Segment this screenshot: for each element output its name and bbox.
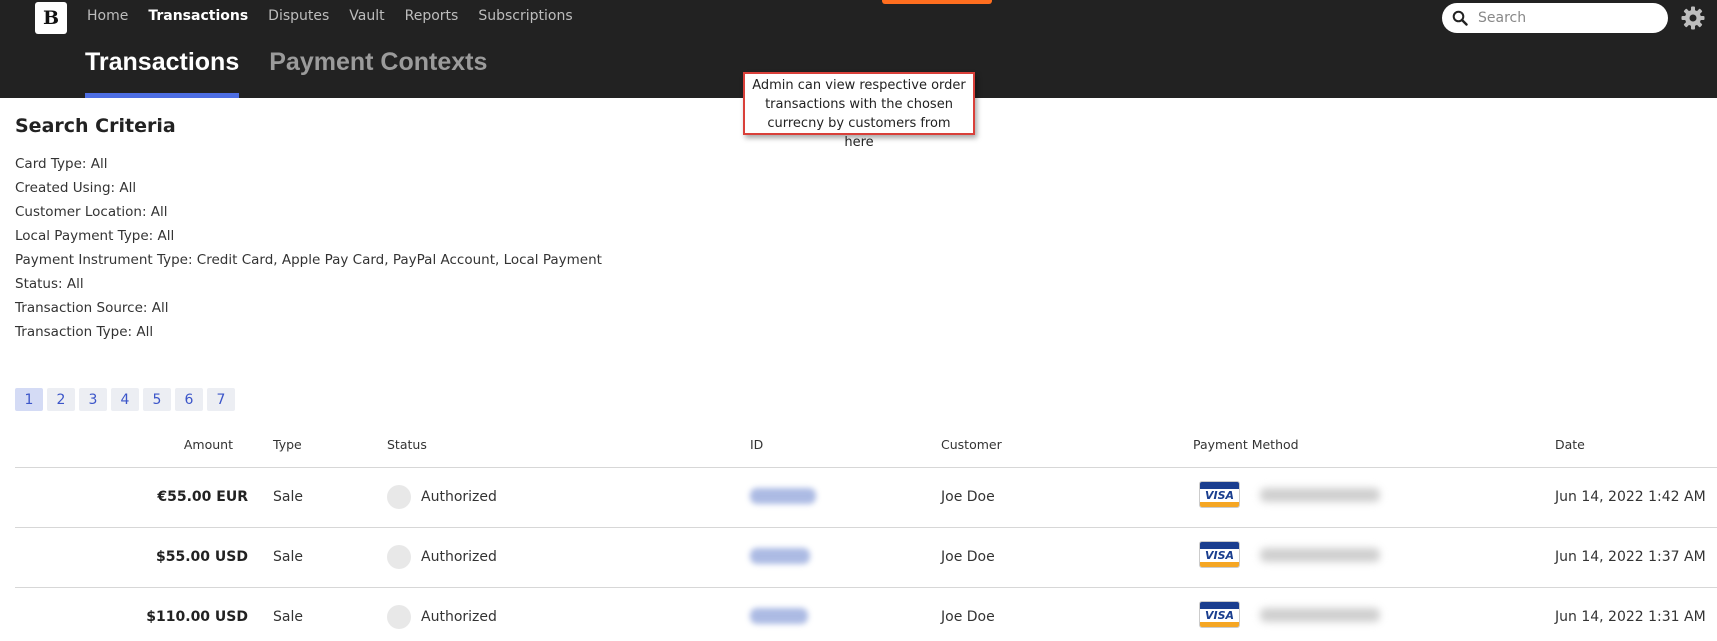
page-button-6[interactable]: 6	[175, 388, 203, 411]
masked-card-number	[1260, 548, 1380, 562]
nav-item-reports[interactable]: Reports	[405, 8, 459, 24]
page-button-2[interactable]: 2	[47, 388, 75, 411]
search-criteria-title: Search Criteria	[15, 115, 176, 137]
criteria-created-using: Created Using: All	[15, 180, 137, 196]
page-button-5[interactable]: 5	[143, 388, 171, 411]
nav-item-vault[interactable]: Vault	[349, 8, 384, 24]
customer-cell: Joe Doe	[941, 609, 995, 625]
status-icon	[387, 605, 411, 629]
status-cell: Authorized	[421, 549, 497, 565]
nav-item-transactions[interactable]: Transactions	[148, 8, 248, 24]
page-button-4[interactable]: 4	[111, 388, 139, 411]
status-cell: Authorized	[421, 489, 497, 505]
amount-cell: €55.00 EUR	[157, 489, 248, 505]
column-header-id[interactable]: ID	[750, 437, 763, 452]
masked-card-number	[1260, 488, 1380, 502]
criteria-card-type: Card Type: All	[15, 156, 108, 172]
customer-cell: Joe Doe	[941, 489, 995, 505]
column-header-type[interactable]: Type	[273, 437, 302, 452]
criteria-transaction-source: Transaction Source: All	[15, 300, 169, 316]
column-header-amount[interactable]: Amount	[184, 437, 233, 452]
search-box	[1442, 3, 1668, 33]
search-input[interactable]	[1478, 8, 1658, 28]
nav-item-disputes[interactable]: Disputes	[268, 8, 329, 24]
type-cell: Sale	[273, 609, 303, 625]
page-button-1[interactable]: 1	[15, 388, 43, 411]
table-header: Amount Type Status ID Customer Payment M…	[15, 433, 1717, 468]
transaction-id-link[interactable]	[750, 548, 810, 564]
page-button-7[interactable]: 7	[207, 388, 235, 411]
page-button-3[interactable]: 3	[79, 388, 107, 411]
transaction-id-link[interactable]	[750, 608, 808, 624]
search-icon	[1452, 10, 1468, 26]
table-row[interactable]: $55.00 USD Sale Authorized Joe Doe VISA …	[15, 528, 1717, 588]
annotation-callout: Admin can view respective order transact…	[743, 72, 975, 150]
date-cell: Jun 14, 2022 1:31 AM	[1555, 609, 1706, 625]
status-icon	[387, 545, 411, 569]
masked-card-number	[1260, 608, 1380, 622]
visa-card-icon: VISA	[1199, 481, 1240, 508]
criteria-payment-instrument-type: Payment Instrument Type: Credit Card, Ap…	[15, 252, 602, 268]
tab-payment-contexts[interactable]: Payment Contexts	[269, 48, 487, 98]
date-cell: Jun 14, 2022 1:37 AM	[1555, 549, 1706, 565]
search-criteria-list: Card Type: All Created Using: All Custom…	[15, 156, 602, 348]
criteria-status: Status: All	[15, 276, 84, 292]
visa-card-icon: VISA	[1199, 601, 1240, 628]
customer-cell: Joe Doe	[941, 549, 995, 565]
table-row[interactable]: €55.00 EUR Sale Authorized Joe Doe VISA …	[15, 468, 1717, 528]
amount-cell: $55.00 USD	[156, 549, 248, 565]
gear-icon[interactable]	[1681, 6, 1705, 30]
status-icon	[387, 485, 411, 509]
sub-tabs: Transactions Payment Contexts	[85, 48, 487, 98]
date-cell: Jun 14, 2022 1:42 AM	[1555, 489, 1706, 505]
accent-strip	[882, 0, 992, 4]
nav-item-subscriptions[interactable]: Subscriptions	[478, 8, 572, 24]
column-header-payment-method[interactable]: Payment Method	[1193, 437, 1299, 452]
status-cell: Authorized	[421, 609, 497, 625]
visa-card-icon: VISA	[1199, 541, 1240, 568]
criteria-local-payment-type: Local Payment Type: All	[15, 228, 175, 244]
brand-logo[interactable]: B	[35, 2, 67, 34]
tab-transactions[interactable]: Transactions	[85, 48, 240, 98]
main-nav: Home Transactions Disputes Vault Reports…	[87, 8, 573, 24]
criteria-customer-location: Customer Location: All	[15, 204, 168, 220]
criteria-transaction-type: Transaction Type: All	[15, 324, 154, 340]
amount-cell: $110.00 USD	[146, 609, 248, 625]
transaction-id-link[interactable]	[750, 488, 816, 504]
type-cell: Sale	[273, 489, 303, 505]
pagination: 1 2 3 4 5 6 7	[15, 388, 235, 411]
column-header-status[interactable]: Status	[387, 437, 427, 452]
table-row[interactable]: $110.00 USD Sale Authorized Joe Doe VISA…	[15, 588, 1717, 641]
nav-item-home[interactable]: Home	[87, 8, 128, 24]
column-header-date[interactable]: Date	[1555, 437, 1585, 452]
column-header-customer[interactable]: Customer	[941, 437, 1002, 452]
type-cell: Sale	[273, 549, 303, 565]
